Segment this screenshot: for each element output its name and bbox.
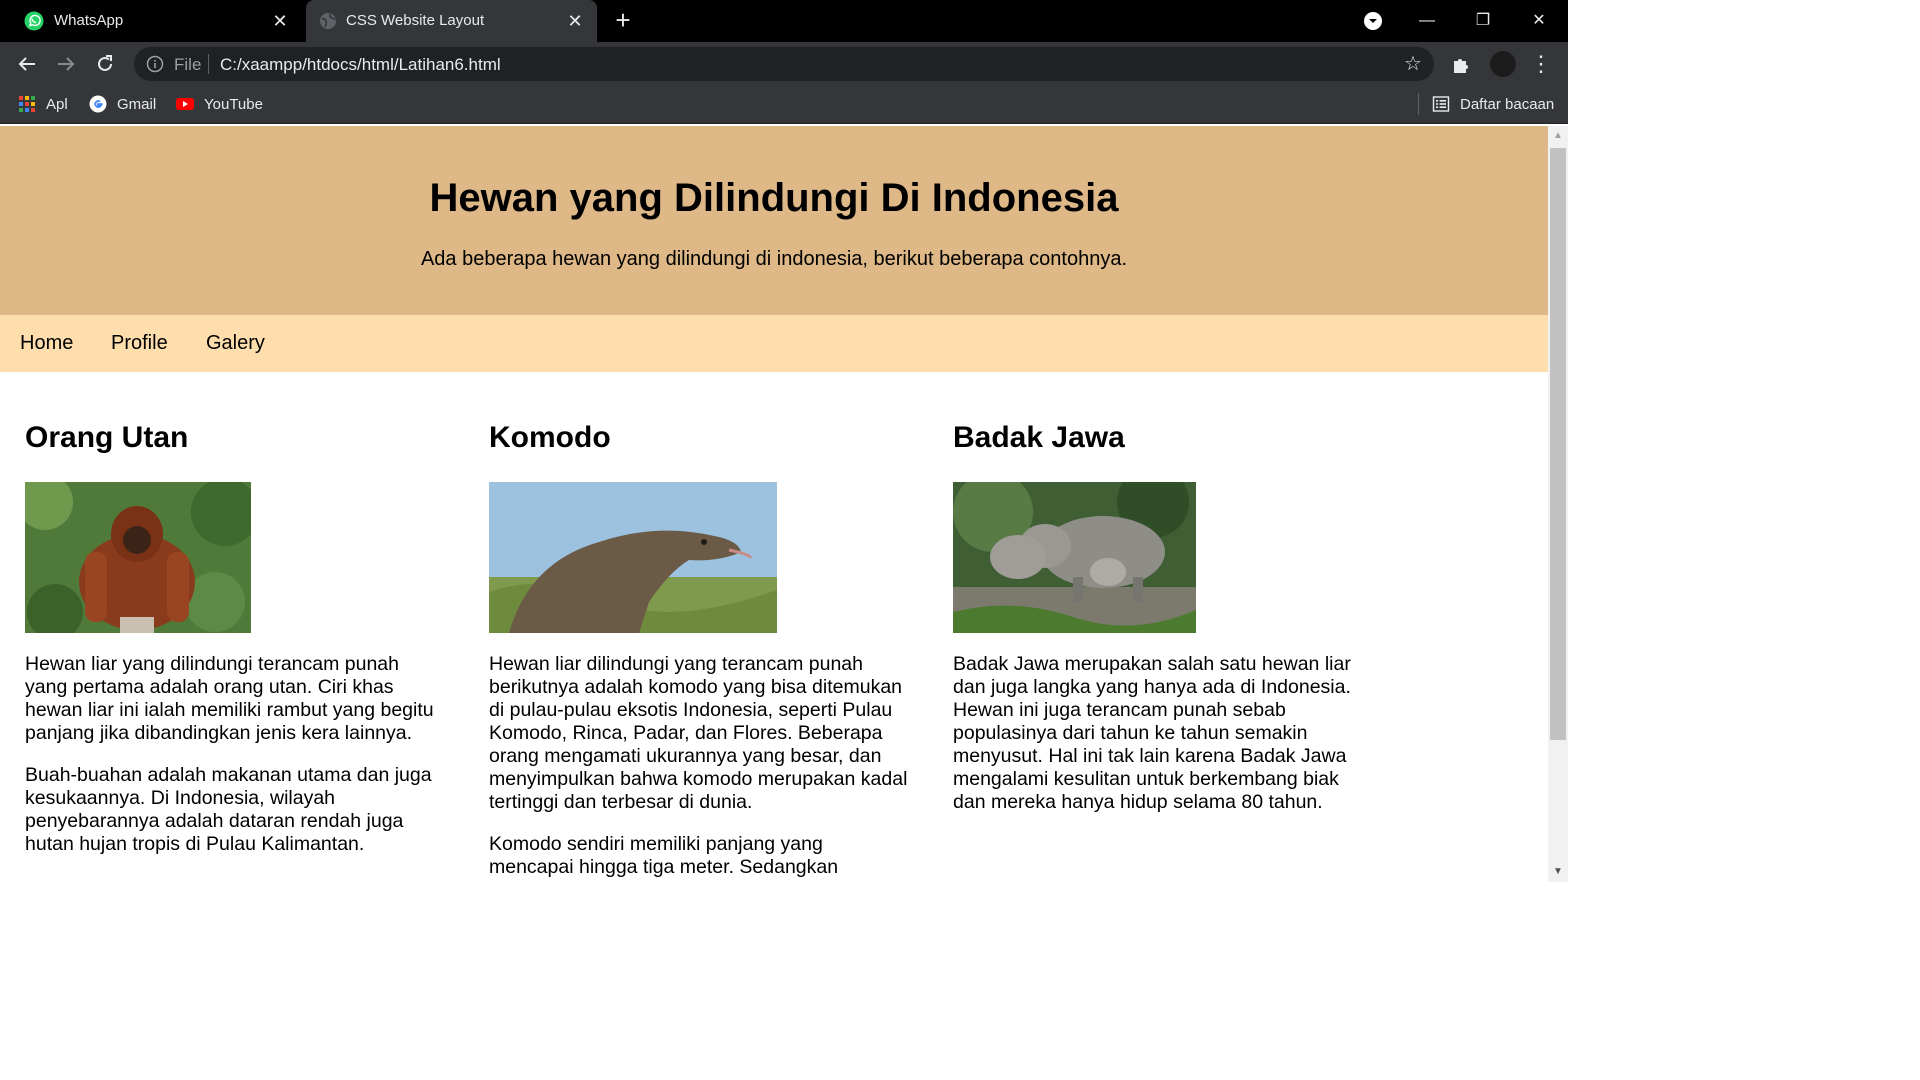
column-title: Badak Jawa <box>953 421 1125 454</box>
page-subtitle: Ada beberapa hewan yang dilindungi di in… <box>420 248 1128 270</box>
reading-list-button[interactable]: Daftar bacaan <box>1432 94 1554 114</box>
tab-css-website-layout[interactable]: CSS Website Layout ✕ <box>306 0 597 42</box>
bookmark-apps[interactable]: Apl <box>18 94 68 114</box>
close-tab-icon[interactable]: ✕ <box>565 11 585 31</box>
extensions-puzzle-icon[interactable] <box>1450 52 1474 76</box>
url-text[interactable]: C:/xaampp/htdocs/html/Latihan6.html <box>220 55 501 75</box>
bookmark-label: YouTube <box>204 95 263 113</box>
tab-strip: WhatsApp ✕ CSS Website Layout ✕ + — ❐ ✕ <box>0 0 1568 42</box>
back-arrow-icon <box>18 57 35 71</box>
new-tab-button[interactable]: + <box>610 7 636 34</box>
column-paragraph: Hewan liar dilindungi yang terancam puna… <box>489 653 908 813</box>
column-komodo: Komodo Hewan liar dilindungi yang teranc… <box>489 418 909 882</box>
google-icon <box>89 95 107 113</box>
bookmarks-bar: Apl Gmail YouTube Daftar bacaan <box>0 86 1568 124</box>
tab-whatsapp[interactable]: WhatsApp ✕ <box>0 0 302 42</box>
page-title: Hewan yang Dilindungi Di Indonesia <box>429 176 1119 220</box>
whatsapp-icon <box>24 11 44 31</box>
tab-title: CSS Website Layout <box>346 12 485 29</box>
column-title: Orang Utan <box>25 421 189 454</box>
nav-link-profile[interactable]: Profile <box>111 332 168 355</box>
bookmark-gmail[interactable]: Gmail <box>89 94 156 114</box>
column-paragraph: Badak Jawa merupakan salah satu hewan li… <box>953 653 1351 813</box>
column-paragraph: Buah-buahan adalah makanan utama dan jug… <box>25 764 432 855</box>
divider <box>1418 93 1419 115</box>
nav-link-galery[interactable]: Galery <box>206 332 265 355</box>
scroll-thumb[interactable] <box>1550 148 1566 740</box>
minimize-button[interactable]: — <box>1412 6 1442 36</box>
column-badak-jawa: Badak Jawa Badak Jawa merupakan salah sa… <box>953 418 1373 833</box>
info-icon[interactable] <box>146 55 164 73</box>
komodo-photo <box>489 482 777 633</box>
bookmark-star-icon[interactable]: ☆ <box>1402 53 1424 75</box>
tab-title: WhatsApp <box>54 12 124 29</box>
menu-kebab-icon[interactable]: ⋮ <box>1530 52 1552 76</box>
scroll-down-arrow-icon[interactable]: ▼ <box>1548 866 1568 878</box>
topnav: Home Profile Galery <box>0 315 1548 372</box>
divider <box>208 54 209 74</box>
javan-rhino-photo <box>953 482 1196 633</box>
restore-button[interactable]: ❐ <box>1468 6 1498 36</box>
bookmark-label: Apl <box>46 95 68 113</box>
globe-icon <box>320 13 336 29</box>
reload-button[interactable] <box>91 50 119 78</box>
page-viewport: Hewan yang Dilindungi Di Indonesia Ada b… <box>0 126 1548 882</box>
close-window-button[interactable]: ✕ <box>1524 6 1554 36</box>
forward-button[interactable] <box>52 50 80 78</box>
reload-icon <box>98 55 112 71</box>
apps-grid-icon <box>19 96 35 112</box>
nav-link-home[interactable]: Home <box>20 332 73 355</box>
forward-arrow-icon <box>58 57 75 71</box>
column-orang-utan: Orang Utan Hewan liar yang dilindungi te… <box>25 418 445 875</box>
page-header: Hewan yang Dilindungi Di Indonesia Ada b… <box>0 126 1548 315</box>
column-paragraph: Hewan liar yang dilindungi terancam puna… <box>25 653 434 744</box>
column-title: Komodo <box>489 421 611 454</box>
chevron-down-icon <box>1364 12 1382 30</box>
bookmark-label: Gmail <box>117 95 157 113</box>
tab-search-button[interactable] <box>1358 6 1388 36</box>
avatar[interactable] <box>1490 51 1516 77</box>
page-scrollbar[interactable]: ▲ ▼ <box>1548 126 1568 882</box>
orangutan-photo <box>25 482 251 633</box>
reading-list-label: Daftar bacaan <box>1460 95 1555 113</box>
close-tab-icon[interactable]: ✕ <box>270 11 290 31</box>
back-button[interactable] <box>13 50 41 78</box>
reading-list-icon <box>1432 96 1450 112</box>
column-paragraph: Komodo sendiri memiliki panjang yang men… <box>489 833 839 878</box>
bookmark-youtube[interactable]: YouTube <box>176 94 263 114</box>
address-bar[interactable]: File C:/xaampp/htdocs/html/Latihan6.html… <box>134 47 1434 81</box>
scheme-label: File <box>174 55 202 74</box>
scroll-up-arrow-icon[interactable]: ▲ <box>1548 130 1568 142</box>
youtube-icon <box>176 98 194 110</box>
browser-toolbar: File C:/xaampp/htdocs/html/Latihan6.html… <box>0 42 1568 86</box>
